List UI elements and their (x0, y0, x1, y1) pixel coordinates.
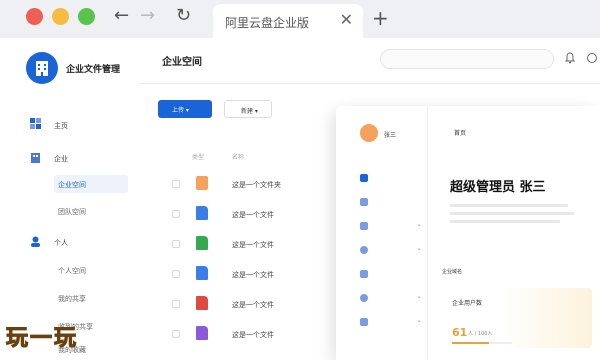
description-line (450, 204, 568, 207)
browser-chrome: ← → ↻ 阿里云盘企业版 ✕ + (0, 0, 600, 38)
user-icon (31, 236, 40, 247)
storage-icon (360, 222, 368, 230)
new-tab-icon[interactable]: + (372, 6, 389, 30)
file-row[interactable]: 这是一个文件 (162, 200, 332, 228)
column-header-type[interactable]: 类型 (192, 152, 204, 161)
browser-tab[interactable]: 阿里云盘企业版 ✕ (213, 4, 363, 38)
enterprise-icon (31, 153, 40, 163)
tab-title: 阿里云盘企业版 (225, 16, 310, 30)
apps-icon (360, 318, 368, 326)
page-title: 企业空间 (162, 57, 202, 68)
file-row[interactable]: 这是一个文件夹 (162, 170, 332, 198)
grid-icon (30, 118, 41, 129)
log-icon (360, 270, 368, 278)
file-name[interactable]: 这是一个文件 (232, 270, 274, 280)
admin-tab-home[interactable]: 首页 (454, 128, 466, 137)
upload-button-label: 上传 (172, 107, 185, 114)
app-name: 企业文件管理 (66, 65, 121, 75)
new-button-label: 新建 (241, 108, 254, 115)
description-line (450, 220, 560, 223)
new-button[interactable]: 新建 ▾ (224, 100, 272, 118)
file-icon (196, 296, 208, 310)
file-name[interactable]: 这是一个文件 (232, 300, 274, 310)
file-name[interactable]: 这是一个文件 (232, 240, 274, 250)
file-icon (196, 326, 208, 340)
file-name[interactable]: 这是一个文件 (232, 330, 274, 340)
admin-nav-item[interactable]: ⌄ (358, 314, 424, 330)
enterprise-label: 企业域名 (442, 269, 463, 275)
chevron-down-icon: ⌄ (416, 292, 422, 300)
row-checkbox[interactable] (172, 270, 180, 278)
minimize-window-button[interactable] (52, 8, 69, 25)
file-row[interactable]: 这是一个文件 (162, 320, 332, 348)
chevron-down-icon: ⌄ (416, 220, 422, 228)
admin-main: 首页 超级管理员 张三 企业域名 企业用户数 61 人 / 100人 (428, 106, 600, 360)
row-checkbox[interactable] (172, 210, 180, 218)
folder-icon (196, 176, 208, 190)
admin-nav-item[interactable] (358, 194, 424, 210)
avatar[interactable] (360, 124, 378, 142)
sidebar-item-team-space[interactable]: 团队空间 (54, 202, 128, 220)
row-checkbox[interactable] (172, 300, 180, 308)
back-arrow-icon[interactable]: ← (114, 6, 129, 26)
admin-nav-item[interactable]: ⌄ (358, 242, 424, 258)
sidebar-item-personal-space[interactable]: 个人空间 (54, 261, 128, 279)
app-logo (26, 52, 58, 84)
file-icon (196, 206, 208, 220)
admin-nav-item[interactable]: ⌄ (358, 218, 424, 234)
sidebar-item-my-shares[interactable]: 我的共享 (54, 289, 128, 307)
admin-sidebar: 张三 ⌄ ⌄ ⌄ ⌄ (336, 106, 428, 360)
usage-title: 企业用户数 (452, 300, 483, 307)
file-name[interactable]: 这是一个文件 (232, 210, 274, 220)
sidebar-item-enterprise[interactable]: 企业 (54, 154, 68, 164)
chevron-down-icon: ⌄ (416, 316, 422, 324)
row-checkbox[interactable] (172, 240, 180, 248)
file-row[interactable]: 这是一个文件 (162, 260, 332, 288)
file-name[interactable]: 这是一个文件夹 (232, 180, 281, 190)
admin-console-window: 张三 ⌄ ⌄ ⌄ ⌄ 首页 超级管理员 张三 企业域名 企业用户数 61 人 /… (336, 106, 600, 360)
usage-total: 人 / 100人 (468, 331, 493, 337)
chevron-down-icon: ⌄ (416, 244, 422, 252)
close-window-button[interactable] (26, 8, 43, 25)
user-usage-card: 企业用户数 61 人 / 100人 (442, 288, 592, 348)
forward-arrow-icon[interactable]: → (140, 6, 155, 26)
usage-value: 61 (452, 326, 468, 339)
row-checkbox[interactable] (172, 180, 180, 188)
file-icon (196, 266, 208, 280)
admin-greeting: 超级管理员 张三 (450, 180, 546, 195)
column-header-name[interactable]: 名称 (232, 152, 244, 161)
reload-icon[interactable]: ↻ (176, 6, 191, 26)
security-icon (360, 246, 368, 254)
maximize-window-button[interactable] (78, 8, 95, 25)
sidebar-item-home[interactable]: 主页 (54, 121, 68, 131)
admin-nav-item[interactable] (358, 170, 424, 186)
file-row[interactable]: 这是一个文件 (162, 290, 332, 318)
file-icon (196, 236, 208, 250)
tab-close-icon[interactable]: ✕ (340, 10, 353, 29)
usage-progress-bar (452, 342, 512, 344)
admin-nav-item[interactable]: ⌄ (358, 290, 424, 306)
more-icon[interactable] (586, 52, 598, 64)
bell-icon[interactable] (564, 52, 576, 64)
search-input[interactable] (380, 49, 554, 69)
sidebar-item-personal[interactable]: 个人 (54, 238, 68, 248)
description-line (450, 212, 574, 215)
admin-user-name: 张三 (384, 132, 397, 139)
team-icon (360, 198, 368, 206)
top-bar: 企业空间 (140, 38, 600, 84)
file-row[interactable]: 这是一个文件 (162, 230, 332, 258)
building-icon (36, 61, 48, 76)
sidebar: 企业文件管理 主页 企业 企业空间 团队空间 个人 个人空间 我的共享 收到的共… (0, 38, 140, 360)
usage-progress-fill (452, 342, 489, 344)
home-icon (360, 174, 368, 182)
watermark-logo: 玩一玩 (5, 326, 79, 352)
upload-button[interactable]: 上传 ▾ (158, 100, 212, 118)
settings-icon (360, 294, 368, 302)
admin-nav-item[interactable] (358, 266, 424, 282)
row-checkbox[interactable] (172, 330, 180, 338)
sidebar-item-enterprise-space[interactable]: 企业空间 (54, 175, 128, 193)
